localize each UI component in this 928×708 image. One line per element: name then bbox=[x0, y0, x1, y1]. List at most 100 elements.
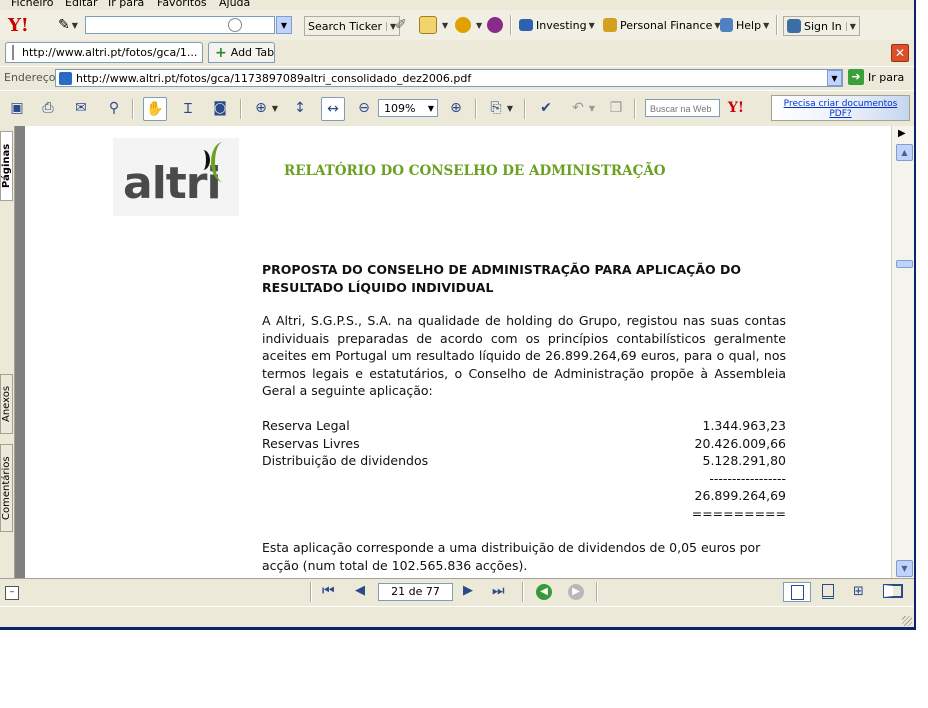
facing-pages-icon[interactable]: ⊞ bbox=[853, 584, 864, 599]
yahoo-logo[interactable]: Y! bbox=[8, 14, 29, 36]
allocation-label: Reserva Legal bbox=[262, 418, 350, 433]
zoom-tool-dropdown[interactable]: ▼ bbox=[270, 97, 280, 119]
address-url: http://www.altri.pt/fotos/gca/1173897089… bbox=[76, 71, 472, 85]
tab-active-label: http://www.altri.pt/fotos/gca/1... bbox=[22, 46, 198, 59]
hand-tool-icon[interactable]: ✋ bbox=[143, 97, 167, 121]
search-dropdown-button[interactable]: ▼ bbox=[276, 16, 292, 34]
personal-finance-menu[interactable]: Personal Finance ▼ bbox=[603, 14, 721, 36]
options-icon[interactable]: – bbox=[5, 586, 19, 600]
panel-toggle-icon[interactable]: ▶ bbox=[898, 128, 906, 139]
zoom-value: 109% bbox=[384, 101, 416, 115]
pdf-page: altri RELATÓRIO DO CONSELHO DE ADMINISTR… bbox=[25, 126, 891, 578]
headphones-icon[interactable] bbox=[487, 14, 506, 36]
mail-icon[interactable]: ▼ bbox=[419, 14, 448, 36]
zoom-select[interactable]: 109% ▼ bbox=[378, 99, 438, 117]
menu-ficheiro[interactable]: Ficheiro bbox=[11, 0, 53, 9]
menu-ir-para[interactable]: Ir para bbox=[108, 0, 144, 9]
resize-grip-icon[interactable] bbox=[902, 616, 912, 626]
scroll-up-button[interactable]: ▲ bbox=[896, 144, 913, 161]
continuous-facing-icon[interactable] bbox=[883, 584, 903, 598]
document-viewer[interactable]: altri RELATÓRIO DO CONSELHO DE ADMINISTR… bbox=[15, 126, 891, 578]
zoom-in-icon[interactable]: ⊕ bbox=[445, 97, 467, 119]
go-arrow-icon: ➜ bbox=[848, 69, 864, 85]
address-dropdown-button[interactable]: ▼ bbox=[827, 70, 842, 86]
page-number-field[interactable]: 21 de 77 bbox=[378, 583, 453, 601]
go-button[interactable]: ➜ Ir para bbox=[848, 69, 904, 85]
undo-icon[interactable]: ↶ bbox=[567, 97, 589, 119]
browser-window: Ficheiro Editar Ir para Favoritos Ajuda … bbox=[0, 0, 916, 630]
spellcheck-icon[interactable]: ✔ bbox=[535, 97, 557, 119]
section-title: PROPOSTA DO CONSELHO DE ADMINISTRAÇÃO PA… bbox=[262, 262, 741, 295]
personal-finance-label: Personal Finance bbox=[620, 18, 713, 32]
intro-paragraph: A Altri, S.G.P.S., S.A. na qualidade de … bbox=[262, 313, 786, 398]
page-indicator: 21 de 77 bbox=[391, 585, 440, 598]
plus-icon: + bbox=[215, 44, 227, 61]
company-logo: altri bbox=[113, 138, 239, 216]
email-icon[interactable]: ✉ bbox=[70, 97, 92, 119]
forward-view-icon[interactable]: ▶ bbox=[568, 584, 584, 600]
fit-width-icon[interactable]: ↔ bbox=[321, 97, 345, 121]
highlight-icon[interactable]: ✐ bbox=[395, 14, 407, 36]
help-menu[interactable]: Help ▼ bbox=[720, 14, 769, 36]
web-search-input[interactable] bbox=[648, 101, 722, 117]
table-row: Reserva Legal 1.344.963,23 bbox=[262, 417, 786, 435]
tab-active[interactable]: http://www.altri.pt/fotos/gca/1... bbox=[5, 42, 203, 63]
promo-text: Precisa criar documentos PDF? bbox=[783, 99, 898, 119]
zoom-in-tool-icon[interactable]: ⊕ bbox=[250, 97, 272, 119]
fit-page-icon[interactable]: ↕ bbox=[289, 97, 311, 119]
address-field[interactable]: http://www.altri.pt/fotos/gca/1173897089… bbox=[55, 69, 843, 87]
tab-pages[interactable]: Páginas bbox=[0, 131, 13, 201]
yahoo-search-icon[interactable]: Y! bbox=[725, 97, 747, 119]
logo-arc-large bbox=[211, 142, 235, 182]
promo-link[interactable]: Precisa criar documentos PDF? bbox=[771, 95, 910, 121]
tab-comments-label: Comentários bbox=[1, 456, 12, 520]
yahoo-search-box[interactable]: ▼ bbox=[85, 14, 292, 36]
yahoo-search-input[interactable] bbox=[88, 18, 242, 34]
print-icon[interactable]: ⎙ bbox=[37, 97, 59, 119]
tab-attachments-label: Anexos bbox=[1, 385, 12, 423]
zoom-dropdown-icon: ▼ bbox=[427, 103, 434, 113]
last-page-icon[interactable]: ⏭ bbox=[492, 583, 505, 599]
zoom-out-icon[interactable]: ⊖ bbox=[353, 97, 375, 119]
tab-pages-label: Páginas bbox=[1, 143, 12, 189]
copy-icon[interactable]: ❐ bbox=[605, 97, 627, 119]
find-icon[interactable]: ⚲ bbox=[103, 97, 125, 119]
scroll-down-button[interactable]: ▼ bbox=[896, 560, 913, 577]
save-icon[interactable]: ▣ bbox=[6, 97, 28, 119]
single-page-icon[interactable] bbox=[783, 582, 811, 602]
back-view-icon[interactable]: ◀ bbox=[536, 584, 552, 600]
previous-page-icon[interactable]: ◀ bbox=[355, 583, 365, 598]
rotate-dropdown[interactable]: ▼ bbox=[505, 97, 515, 119]
investing-menu[interactable]: Investing ▼ bbox=[519, 14, 595, 36]
equals-line: ========= bbox=[691, 505, 786, 521]
pdf-toolbar: ▣ ⎙ ✉ ⚲ ✋ Ɪ ◙ ⊕ ▼ ↕ ↔ ⊖ 109% ▼ ⊕ ⎘ ▼ ✔ ↶… bbox=[0, 90, 914, 127]
first-page-icon[interactable]: ⏮ bbox=[322, 583, 335, 599]
tab-comments[interactable]: Comentários bbox=[0, 444, 13, 532]
scroll-thumb[interactable] bbox=[896, 260, 913, 268]
sign-in-button[interactable]: Sign In ▼ bbox=[783, 16, 860, 36]
total-row: 26.899.264,69 bbox=[262, 487, 786, 505]
search-ticker-button[interactable]: Search Ticker ▼ bbox=[304, 16, 401, 36]
undo-dropdown[interactable]: ▼ bbox=[587, 97, 597, 119]
web-search-field[interactable] bbox=[645, 99, 722, 117]
select-text-icon[interactable]: Ɪ bbox=[177, 97, 199, 119]
menu-favoritos[interactable]: Favoritos bbox=[157, 0, 207, 9]
vertical-scrollbar[interactable]: ▶ ▲ ▼ bbox=[891, 126, 914, 578]
allocation-value: 20.426.009,66 bbox=[694, 435, 786, 451]
next-page-icon[interactable]: ▶ bbox=[463, 583, 473, 598]
help-label: Help bbox=[736, 18, 762, 32]
pencil-icon[interactable]: ✎ ▼ bbox=[58, 14, 78, 36]
globe-icon[interactable]: ▼ bbox=[455, 14, 482, 36]
rotate-page-icon[interactable]: ⎘ bbox=[485, 97, 507, 119]
allocation-table: Reserva Legal 1.344.963,23 Reservas Livr… bbox=[262, 417, 786, 521]
menu-editar[interactable]: Editar bbox=[65, 0, 98, 9]
add-tab-button[interactable]: + Add Tab bbox=[208, 42, 275, 63]
tab-attachments[interactable]: Anexos bbox=[0, 374, 13, 434]
continuous-page-icon[interactable] bbox=[822, 584, 834, 599]
table-row: Distribuição de dividendos 5.128.291,80 bbox=[262, 452, 786, 470]
menu-ajuda[interactable]: Ajuda bbox=[219, 0, 250, 9]
page-icon bbox=[12, 45, 14, 60]
close-tab-icon[interactable]: ✕ bbox=[891, 44, 909, 62]
report-header: RELATÓRIO DO CONSELHO DE ADMINISTRAÇÃO bbox=[284, 163, 666, 179]
snapshot-icon[interactable]: ◙ bbox=[209, 97, 231, 119]
